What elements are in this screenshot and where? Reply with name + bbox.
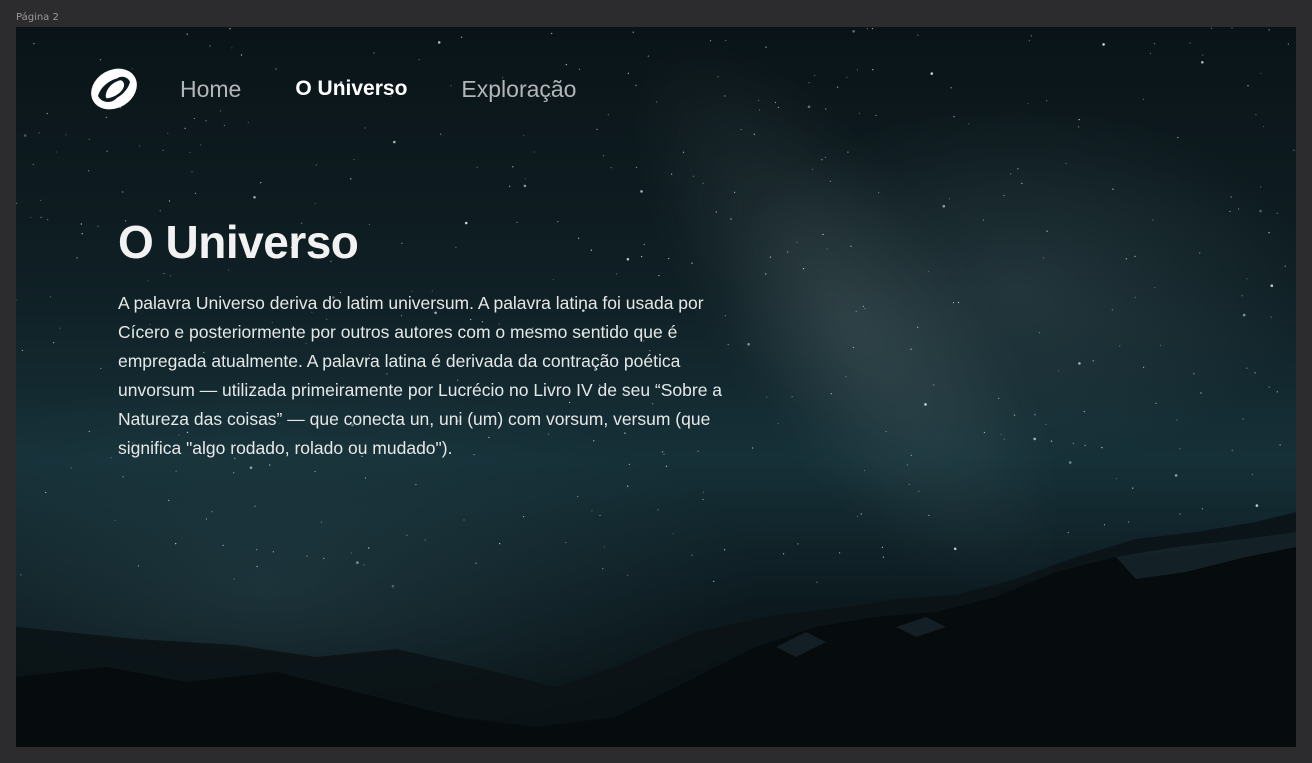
page-title: O Universo (118, 216, 359, 268)
nav-link-exploracao[interactable]: Exploração (461, 76, 576, 103)
nav-link-home[interactable]: Home (180, 76, 241, 103)
page-label: Página 2 (16, 12, 59, 23)
page-frame: Home O Universo Exploração O Universo A … (16, 27, 1296, 747)
spiral-galaxy-logo-icon[interactable] (88, 66, 140, 112)
intro-paragraph: A palavra Universo deriva do latim unive… (118, 293, 723, 458)
top-navigation: Home O Universo Exploração (88, 65, 630, 113)
nav-link-o-universo[interactable]: O Universo (295, 77, 407, 101)
